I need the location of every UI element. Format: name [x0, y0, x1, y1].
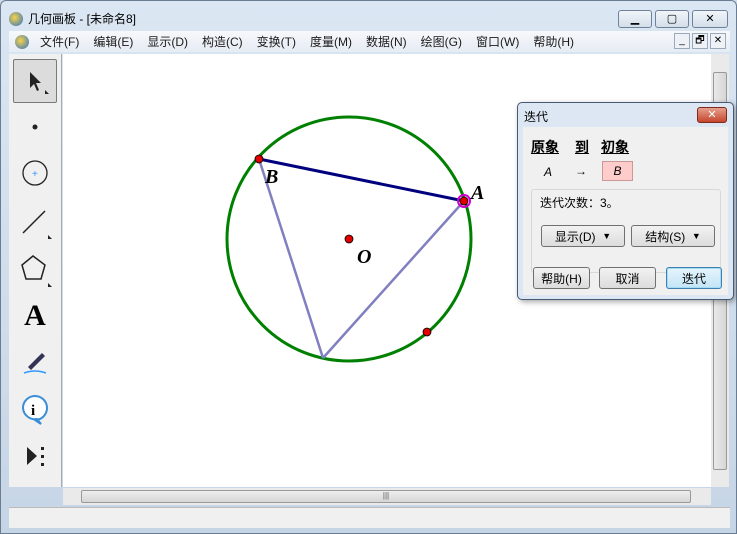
doc-restore-button[interactable]: 🗗 — [692, 33, 708, 49]
segment-a-b[interactable] — [258, 157, 465, 203]
help-button[interactable]: 帮助(H) — [533, 267, 590, 289]
dialog-title: 迭代 — [524, 110, 549, 124]
display-label: 显示(D) — [554, 229, 596, 244]
text-tool[interactable]: A — [13, 294, 57, 338]
arrow: → — [575, 164, 587, 178]
menu-measure[interactable]: 度量(M) — [303, 33, 359, 50]
point-o[interactable] — [344, 234, 354, 244]
minimize-button[interactable]: ▁ — [618, 10, 652, 28]
pre-image-header: 原象 — [531, 139, 559, 155]
segment-icon — [22, 210, 52, 239]
custom-tools-icon — [27, 447, 44, 466]
menu-data[interactable]: 数据(N) — [359, 33, 414, 50]
structure-label: 结构(S) — [645, 229, 686, 244]
doc-close-button[interactable]: ✕ — [710, 33, 726, 49]
svg-text:+: + — [32, 169, 38, 180]
point-on-circle[interactable] — [422, 327, 432, 337]
segment-tool[interactable] — [13, 199, 57, 243]
dialog-close-button[interactable]: ✕ — [697, 107, 727, 123]
dropdown-arrow-icon: ▼ — [602, 231, 612, 241]
status-bar — [9, 507, 730, 528]
display-dropdown-button[interactable]: 显示(D) ▼ — [541, 225, 625, 247]
pre-image-value: A — [544, 165, 553, 179]
close-button[interactable]: ✕ — [692, 10, 728, 28]
toolbox: + A i — [9, 54, 62, 487]
marker-tool[interactable] — [13, 340, 57, 384]
polygon-tool[interactable] — [13, 247, 57, 291]
point-icon — [32, 124, 38, 130]
pentagon-icon — [21, 255, 52, 287]
selection-arrow-tool[interactable] — [13, 59, 57, 103]
menu-help[interactable]: 帮助(H) — [526, 33, 581, 50]
menu-transform[interactable]: 变换(T) — [250, 33, 303, 50]
doc-icon[interactable] — [15, 34, 29, 49]
structure-dropdown-button[interactable]: 结构(S) ▼ — [631, 225, 715, 247]
menu-display[interactable]: 显示(D) — [140, 33, 195, 50]
label-o[interactable]: O — [357, 246, 371, 269]
doc-minimize-button[interactable]: _ — [674, 33, 690, 49]
app-logo-icon — [9, 11, 23, 26]
title-bar: 几何画板 - [未命名8] — [9, 10, 136, 27]
horizontal-scrollbar[interactable]: ||| — [63, 488, 711, 505]
window-title: 几何画板 - [未命名8] — [28, 12, 137, 26]
maximize-button[interactable]: ▢ — [655, 10, 689, 28]
info-icon: i — [21, 395, 48, 425]
menu-graph[interactable]: 绘图(G) — [414, 33, 469, 50]
iterate-button[interactable]: 迭代 — [666, 267, 722, 289]
menu-bar: 文件(F) 编辑(E) 显示(D) 构造(C) 变换(T) 度量(M) 数据(N… — [9, 31, 730, 52]
menu-window[interactable]: 窗口(W) — [469, 33, 526, 50]
point-tool[interactable] — [13, 105, 57, 149]
iteration-options-group: 迭代次数：3。 显示(D) ▼ 结构(S) ▼ — [531, 189, 721, 273]
iterate-dialog: 迭代 ✕ 原象 到 初象 A → B 迭代次数：3。 显示(D) ▼ 结构(S)… — [517, 102, 734, 300]
initial-image-header: 初象 — [601, 139, 629, 155]
initial-image-field[interactable]: B — [602, 161, 633, 181]
horizontal-scroll-thumb[interactable]: ||| — [81, 490, 691, 503]
menu-construct[interactable]: 构造(C) — [195, 33, 250, 50]
segment-a-c[interactable] — [322, 200, 465, 359]
menu-file[interactable]: 文件(F) — [33, 33, 86, 50]
point-a[interactable] — [459, 196, 469, 206]
label-b[interactable]: B — [265, 166, 278, 189]
iteration-count: 迭代次数：3。 — [540, 196, 619, 210]
point-b[interactable] — [254, 154, 264, 164]
cancel-button[interactable]: 取消 — [599, 267, 656, 289]
to-header: 到 — [575, 139, 589, 155]
menu-edit[interactable]: 编辑(E) — [86, 33, 140, 50]
label-a[interactable]: A — [471, 182, 484, 205]
information-tool[interactable]: i — [13, 388, 57, 432]
circle-icon: + — [22, 160, 48, 186]
marker-icon — [23, 353, 47, 374]
arrow-icon — [30, 72, 49, 94]
dropdown-arrow-icon: ▼ — [691, 231, 701, 241]
custom-tool[interactable] — [13, 434, 57, 478]
compass-tool[interactable]: + — [13, 151, 57, 195]
svg-text:i: i — [31, 403, 35, 419]
